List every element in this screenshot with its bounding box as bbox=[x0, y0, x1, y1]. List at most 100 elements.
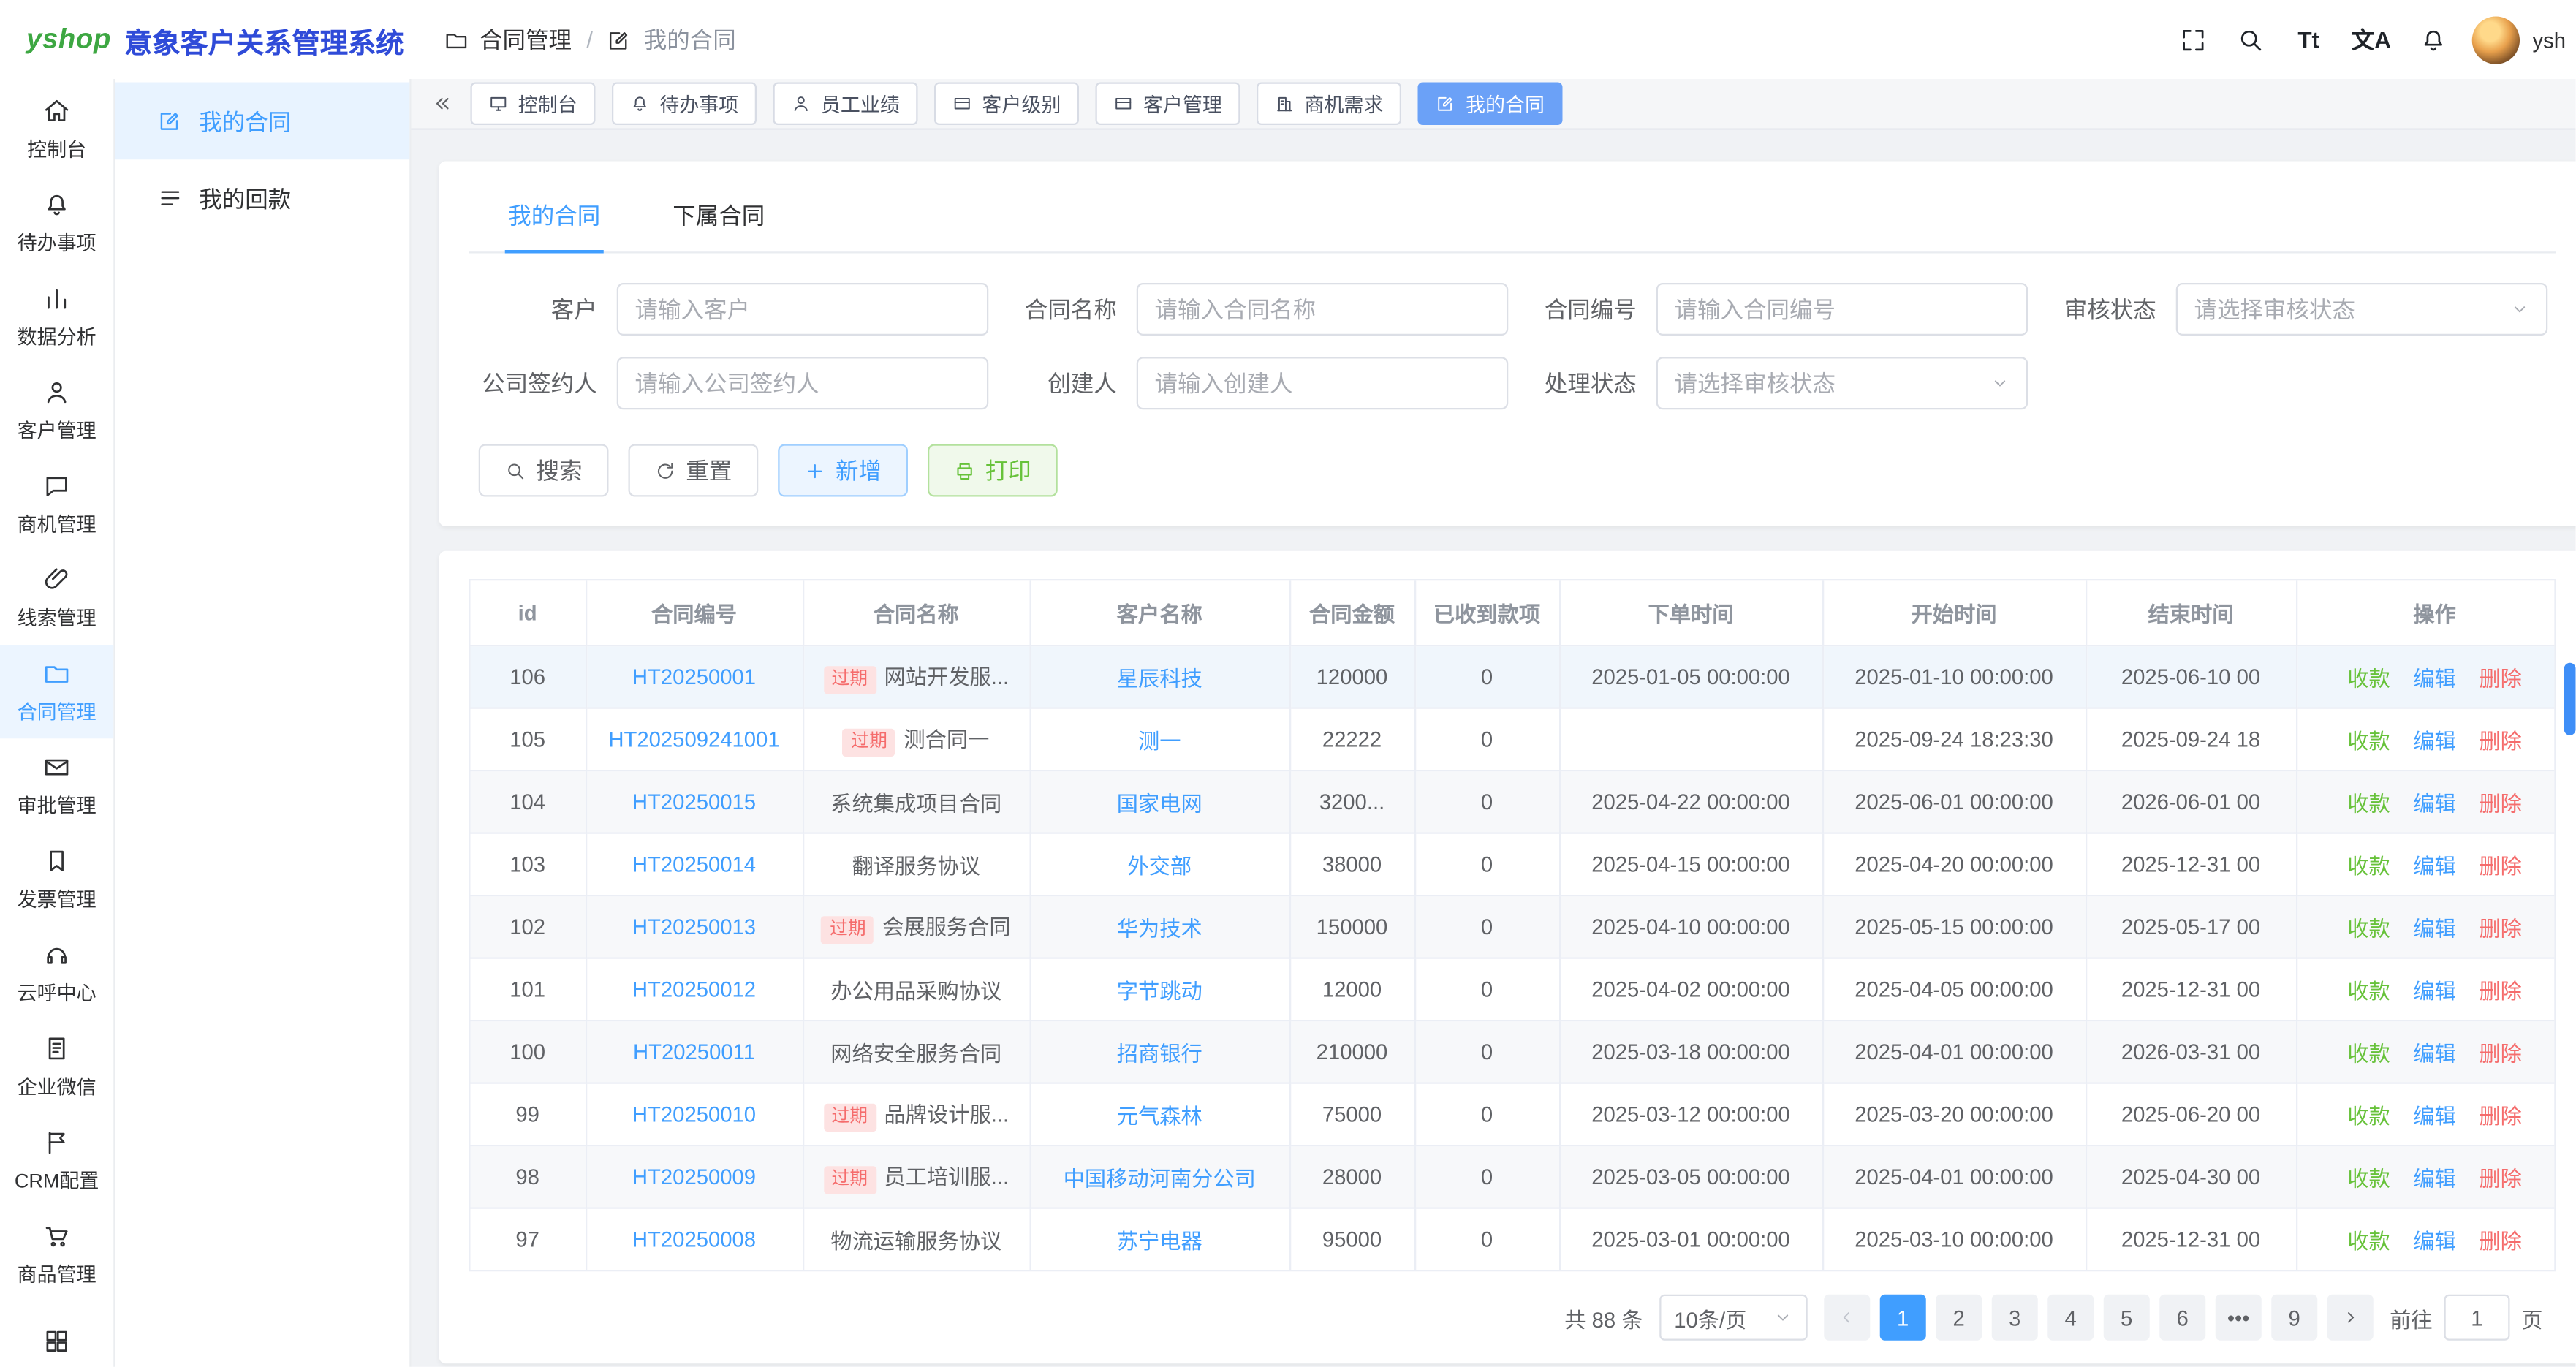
delete-link[interactable]: 删除 bbox=[2479, 1228, 2522, 1253]
tab-chip[interactable]: 待办事项 bbox=[612, 83, 757, 126]
panel-tab[interactable]: 我的合同 bbox=[505, 184, 604, 251]
contract-code-link[interactable]: HT20250013 bbox=[632, 914, 756, 939]
logo[interactable]: yshop bbox=[26, 23, 111, 56]
customer-link[interactable]: 国家电网 bbox=[1117, 790, 1202, 815]
font-size-icon[interactable]: Tt bbox=[2294, 23, 2324, 56]
filter-input[interactable] bbox=[1155, 370, 1490, 396]
rail-item-user[interactable]: 客户管理 bbox=[0, 363, 113, 457]
edit-link[interactable]: 编辑 bbox=[2413, 853, 2456, 878]
contract-code-link[interactable]: HT20250015 bbox=[632, 789, 756, 814]
pager-page[interactable]: 5 bbox=[2104, 1295, 2150, 1341]
rail-item-folder[interactable]: 合同管理 bbox=[0, 645, 113, 738]
customer-link[interactable]: 测一 bbox=[1138, 728, 1181, 753]
pager-prev[interactable] bbox=[1824, 1295, 1870, 1341]
filter-input[interactable] bbox=[1155, 296, 1490, 322]
pager-page[interactable]: 4 bbox=[2047, 1295, 2094, 1341]
edit-link[interactable]: 编辑 bbox=[2413, 978, 2456, 1003]
print-button[interactable]: 打印 bbox=[928, 444, 1058, 497]
add-button[interactable]: 新增 bbox=[778, 444, 908, 497]
filter-select[interactable]: 请选择审核状态 bbox=[2176, 283, 2548, 336]
customer-link[interactable]: 元气森林 bbox=[1117, 1103, 1202, 1128]
pager-page[interactable]: 3 bbox=[1992, 1295, 2038, 1341]
delete-link[interactable]: 删除 bbox=[2479, 853, 2522, 878]
rail-item-mail[interactable]: 审批管理 bbox=[0, 738, 113, 832]
rail-item-paperclip[interactable]: 线索管理 bbox=[0, 551, 113, 645]
panel-tab[interactable]: 下属合同 bbox=[670, 184, 768, 251]
contract-code-link[interactable]: HT20250014 bbox=[632, 851, 756, 876]
contract-code-link[interactable]: HT20250008 bbox=[632, 1227, 756, 1251]
customer-link[interactable]: 外交部 bbox=[1127, 853, 1192, 878]
edit-link[interactable]: 编辑 bbox=[2413, 790, 2456, 815]
contract-code-link[interactable]: HT20250010 bbox=[632, 1101, 756, 1126]
apps-grid-icon[interactable] bbox=[0, 1328, 113, 1355]
rail-item-headset[interactable]: 云呼中心 bbox=[0, 926, 113, 1020]
tab-chip[interactable]: 我的合同 bbox=[1418, 83, 1563, 126]
search-icon[interactable] bbox=[2236, 23, 2266, 56]
receive-link[interactable]: 收款 bbox=[2347, 1040, 2390, 1065]
edit-link[interactable]: 编辑 bbox=[2413, 1103, 2456, 1128]
fullscreen-icon[interactable] bbox=[2178, 23, 2208, 56]
filter-input[interactable] bbox=[635, 296, 971, 322]
receive-link[interactable]: 收款 bbox=[2347, 978, 2390, 1003]
page-size-select[interactable]: 10条/页 bbox=[1659, 1295, 1808, 1341]
bell-icon[interactable] bbox=[2419, 23, 2449, 56]
delete-link[interactable]: 删除 bbox=[2479, 665, 2522, 690]
scrollbar-thumb[interactable] bbox=[2564, 663, 2576, 735]
contract-code-link[interactable]: HT20250001 bbox=[632, 664, 756, 689]
collapse-sidebar-button[interactable] bbox=[421, 83, 464, 126]
contract-code-link[interactable]: HT202509241001 bbox=[608, 726, 779, 751]
filter-select[interactable]: 请选择审核状态 bbox=[1656, 357, 2028, 409]
customer-link[interactable]: 中国移动河南分公司 bbox=[1064, 1165, 1256, 1190]
receive-link[interactable]: 收款 bbox=[2347, 728, 2390, 753]
edit-link[interactable]: 编辑 bbox=[2413, 915, 2456, 940]
sidebar-item[interactable]: 我的合同 bbox=[115, 83, 410, 160]
customer-link[interactable]: 苏宁电器 bbox=[1117, 1228, 1202, 1253]
customer-link[interactable]: 星辰科技 bbox=[1117, 665, 1202, 690]
edit-link[interactable]: 编辑 bbox=[2413, 728, 2456, 753]
rail-item-chart[interactable]: 数据分析 bbox=[0, 270, 113, 363]
delete-link[interactable]: 删除 bbox=[2479, 1165, 2522, 1190]
edit-link[interactable]: 编辑 bbox=[2413, 1165, 2456, 1190]
tab-chip[interactable]: 商机需求 bbox=[1257, 83, 1401, 126]
delete-link[interactable]: 删除 bbox=[2479, 790, 2522, 815]
receive-link[interactable]: 收款 bbox=[2347, 790, 2390, 815]
pager-page[interactable]: 1 bbox=[1880, 1295, 1926, 1341]
receive-link[interactable]: 收款 bbox=[2347, 915, 2390, 940]
pager-more[interactable]: ••• bbox=[2216, 1295, 2262, 1341]
tab-chip[interactable]: 客户管理 bbox=[1096, 83, 1240, 126]
contract-code-link[interactable]: HT20250009 bbox=[632, 1164, 756, 1189]
customer-link[interactable]: 字节跳动 bbox=[1117, 978, 1202, 1003]
breadcrumb-item[interactable]: 合同管理 bbox=[480, 23, 572, 56]
sidebar-item[interactable]: 我的回款 bbox=[115, 159, 410, 237]
rail-item-message[interactable]: 商机管理 bbox=[0, 458, 113, 551]
customer-link[interactable]: 华为技术 bbox=[1117, 915, 1202, 940]
receive-link[interactable]: 收款 bbox=[2347, 853, 2390, 878]
rail-item-flag[interactable]: CRM配置 bbox=[0, 1113, 113, 1207]
filter-input[interactable] bbox=[635, 370, 971, 396]
delete-link[interactable]: 删除 bbox=[2479, 915, 2522, 940]
contract-code-link[interactable]: HT20250011 bbox=[633, 1039, 755, 1064]
delete-link[interactable]: 删除 bbox=[2479, 728, 2522, 753]
filter-input[interactable] bbox=[1675, 296, 2010, 322]
delete-link[interactable]: 删除 bbox=[2479, 978, 2522, 1003]
pager-page[interactable]: 9 bbox=[2271, 1295, 2317, 1341]
pager-page[interactable]: 6 bbox=[2159, 1295, 2205, 1341]
edit-link[interactable]: 编辑 bbox=[2413, 1228, 2456, 1253]
pager-next[interactable] bbox=[2327, 1295, 2374, 1341]
rail-item-bell[interactable]: 待办事项 bbox=[0, 176, 113, 270]
edit-link[interactable]: 编辑 bbox=[2413, 1040, 2456, 1065]
pager-page[interactable]: 2 bbox=[1936, 1295, 1982, 1341]
search-button[interactable]: 搜索 bbox=[479, 444, 609, 497]
delete-link[interactable]: 删除 bbox=[2479, 1040, 2522, 1065]
tab-chip[interactable]: 客户级别 bbox=[934, 83, 1079, 126]
edit-link[interactable]: 编辑 bbox=[2413, 665, 2456, 690]
delete-link[interactable]: 删除 bbox=[2479, 1103, 2522, 1128]
rail-item-cart[interactable]: 商品管理 bbox=[0, 1208, 113, 1301]
customer-link[interactable]: 招商银行 bbox=[1117, 1040, 1202, 1065]
receive-link[interactable]: 收款 bbox=[2347, 1103, 2390, 1128]
tab-chip[interactable]: 员工业绩 bbox=[773, 83, 918, 126]
goto-input[interactable] bbox=[2444, 1295, 2509, 1341]
avatar[interactable] bbox=[2471, 15, 2519, 63]
rail-item-doc[interactable]: 企业微信 bbox=[0, 1020, 113, 1113]
reset-button[interactable]: 重置 bbox=[629, 444, 759, 497]
